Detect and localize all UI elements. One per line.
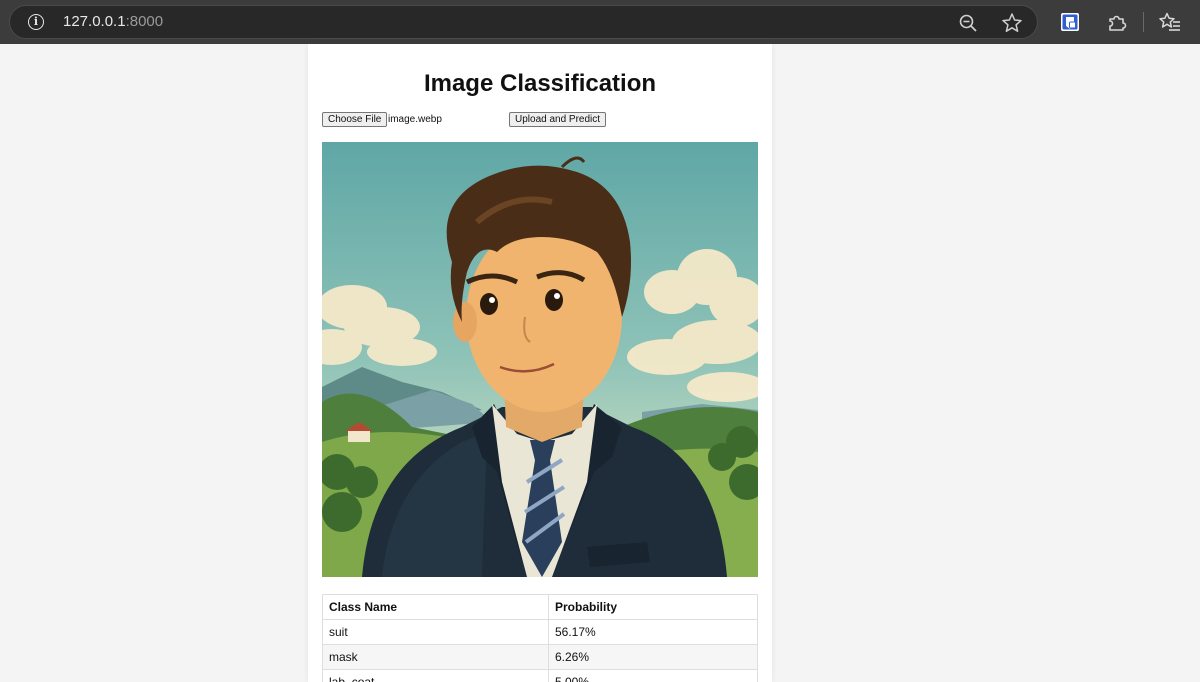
site-info-icon[interactable]: i xyxy=(28,14,44,30)
upload-predict-button[interactable]: Upload and Predict xyxy=(509,112,607,127)
toolbar-divider xyxy=(1143,12,1144,32)
column-header-probability: Probability xyxy=(548,594,758,620)
extension-badge-icon[interactable] xyxy=(1059,11,1081,33)
probability-cell: 56.17% xyxy=(548,619,758,645)
extensions-puzzle-icon[interactable] xyxy=(1106,11,1128,33)
column-header-class-name: Class Name xyxy=(322,594,549,620)
class-name-cell: lab_coat xyxy=(322,669,549,682)
class-name-cell: suit xyxy=(322,619,549,645)
selected-file-name: image.webp xyxy=(388,114,442,125)
url-port: :8000 xyxy=(125,13,164,30)
address-bar[interactable]: i 127.0.0.1:8000 xyxy=(9,5,1038,39)
classifier-panel: Image Classification Choose File image.w… xyxy=(308,44,772,682)
table-row: lab_coat 5.00% xyxy=(322,669,758,682)
browser-toolbar: i 127.0.0.1:8000 xyxy=(0,0,1200,44)
table-row: mask 6.26% xyxy=(322,644,758,670)
url-host: 127.0.0.1 xyxy=(63,13,126,30)
url-text[interactable]: 127.0.0.1:8000 xyxy=(63,13,163,30)
probability-cell: 6.26% xyxy=(548,644,758,670)
zoom-out-icon[interactable] xyxy=(957,12,979,34)
star-bookmark-icon[interactable] xyxy=(1001,12,1023,34)
class-name-cell: mask xyxy=(322,644,549,670)
favorites-icon[interactable] xyxy=(1159,11,1181,33)
probability-cell: 5.00% xyxy=(548,669,758,682)
page-title: Image Classification xyxy=(423,70,657,97)
table-row: suit 56.17% xyxy=(322,619,758,645)
table-header-row: Class Name Probability xyxy=(322,594,758,620)
choose-file-button[interactable]: Choose File xyxy=(322,112,388,127)
uploaded-image-preview xyxy=(322,142,758,577)
predictions-table: Class Name Probability suit 56.17% mask … xyxy=(322,594,758,682)
